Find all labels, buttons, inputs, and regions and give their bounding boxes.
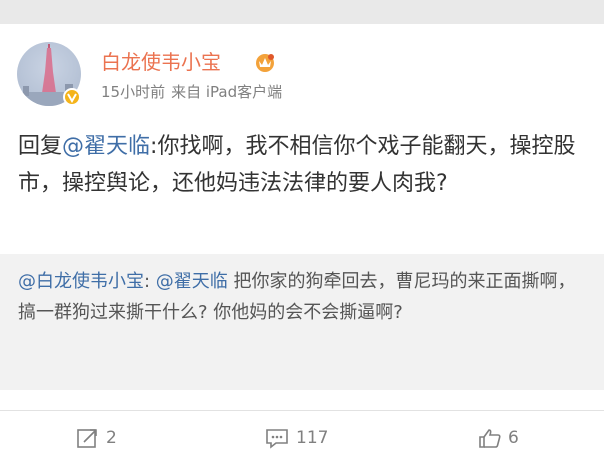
thumbs-up-icon <box>479 429 501 448</box>
verified-badge-icon <box>63 88 81 106</box>
quoted-post[interactable]: @白龙使韦小宝: @翟天临 把你家的狗牵回去，曹尼玛的来正面撕啊，搞一群狗过来撕… <box>0 254 604 390</box>
top-strip <box>0 0 604 24</box>
like-count: 6 <box>508 428 519 448</box>
repost-icon <box>77 429 97 448</box>
post-text: 回复@翟天临:你找啊，我不相信你个戏子能翻天，操控股市，操控舆论，还他妈违法法律… <box>18 128 584 202</box>
repost-button[interactable]: 2 <box>76 425 117 451</box>
quote-mention-link[interactable]: @翟天临 <box>156 271 228 292</box>
vip-crown-icon[interactable] <box>254 52 276 72</box>
repost-count: 2 <box>106 428 117 448</box>
comment-button[interactable]: 117 <box>264 425 328 451</box>
avatar[interactable] <box>17 42 81 106</box>
quote-author-link[interactable]: @白龙使韦小宝 <box>18 271 144 292</box>
action-bar: 2 117 6 <box>0 410 604 466</box>
quoted-text: @白龙使韦小宝: @翟天临 把你家的狗牵回去，曹尼玛的来正面撕啊，搞一群狗过来撕… <box>18 266 578 328</box>
like-button[interactable]: 6 <box>478 425 519 451</box>
post-time: 15小时前 <box>101 83 166 101</box>
comment-count: 117 <box>296 428 329 448</box>
post-source[interactable]: 来自 iPad客户端 <box>171 83 282 101</box>
comment-icon <box>266 429 288 449</box>
weibo-post-screenshot: 白龙使韦小宝 15小时前 来自 iPad客户端 回复@翟天临:你找啊，我不相信你个… <box>0 0 604 466</box>
reply-prefix: 回复 <box>18 134 63 159</box>
mention-link[interactable]: @翟天临 <box>62 134 150 159</box>
post-meta: 15小时前 来自 iPad客户端 <box>101 82 288 102</box>
quote-colon: : <box>144 271 156 292</box>
author-name[interactable]: 白龙使韦小宝 <box>101 49 221 75</box>
